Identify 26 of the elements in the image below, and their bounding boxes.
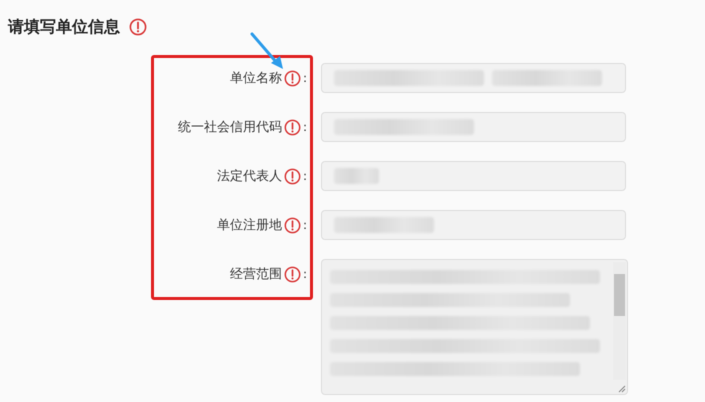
warning-icon [284, 266, 301, 282]
label-colon: : [302, 120, 307, 134]
warning-icon [284, 216, 301, 234]
label-colon: : [302, 218, 307, 232]
input-field[interactable] [321, 210, 626, 240]
warning-icon [284, 118, 301, 136]
warning-icon [284, 168, 301, 184]
input-field[interactable] [321, 63, 626, 93]
redacted-text [334, 168, 379, 184]
scrollbar[interactable] [613, 262, 626, 380]
field-label: 单位注册地 [216, 217, 282, 234]
label-colon: : [302, 267, 307, 281]
warning-icon [284, 70, 301, 86]
label-colon: : [302, 71, 307, 85]
warning-icon [129, 18, 147, 36]
field-label: 统一社会信用代码 [178, 119, 282, 136]
resize-grip-icon[interactable] [616, 383, 626, 393]
label-colon: : [302, 169, 307, 183]
form-title: 请填写单位信息 [8, 16, 120, 38]
pointer-arrow [250, 32, 286, 70]
textarea-field[interactable] [321, 259, 628, 395]
field-label: 经营范围 [230, 266, 282, 283]
field-label: 单位名称 [230, 70, 282, 87]
input-field[interactable] [321, 112, 626, 142]
field-label: 法定代表人 [216, 168, 282, 185]
input-field[interactable] [321, 161, 626, 191]
